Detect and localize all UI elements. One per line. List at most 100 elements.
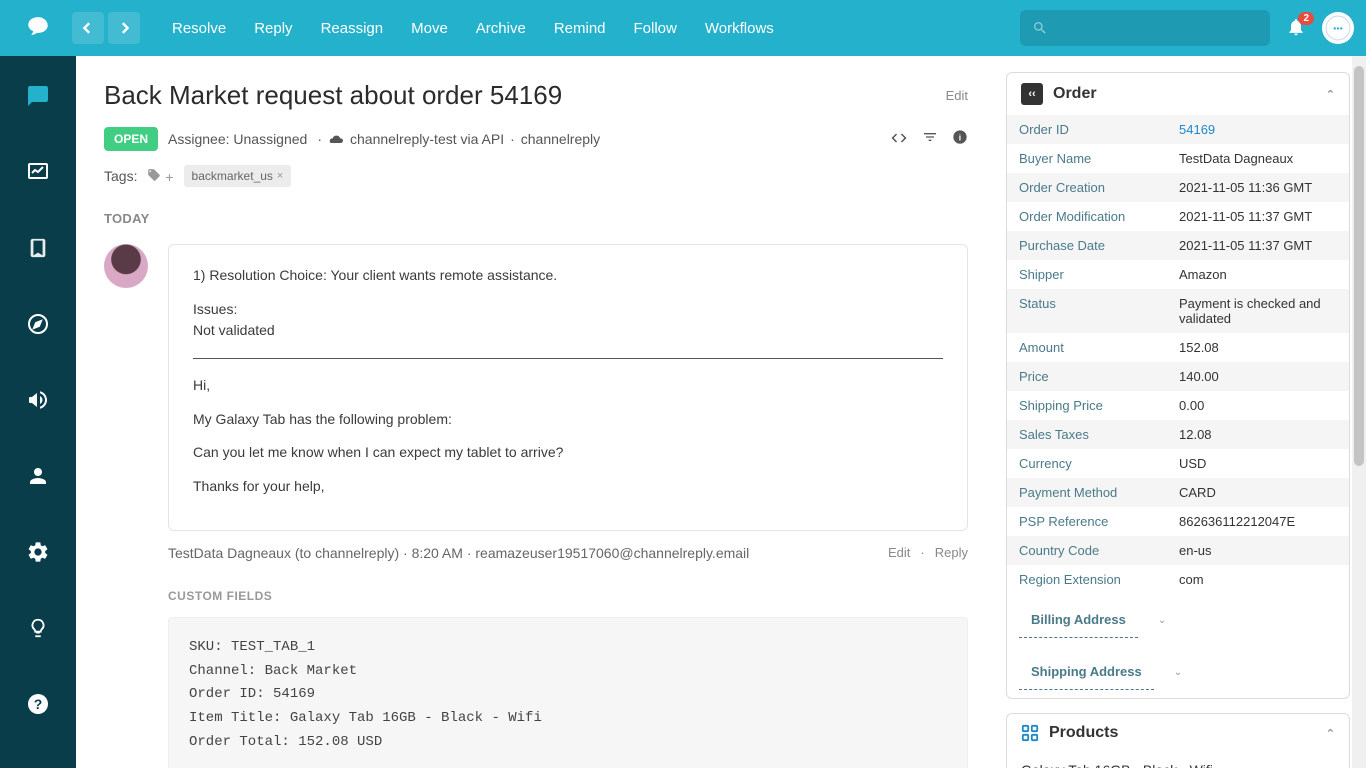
message: 1) Resolution Choice: Your client wants …: [104, 244, 968, 531]
sidebar-announce[interactable]: [18, 380, 58, 420]
order-field-row: Region Extensioncom: [1007, 565, 1349, 594]
source-text: · channelreply-test via API · channelrep…: [317, 131, 600, 147]
sidebar-explore[interactable]: [18, 304, 58, 344]
order-field-key: Payment Method: [1007, 478, 1167, 507]
billing-address-toggle[interactable]: Billing Address: [1019, 602, 1138, 638]
order-field-value: 140.00: [1167, 362, 1349, 391]
sidebar-reports[interactable]: [18, 152, 58, 192]
assignee-text[interactable]: Assignee: Unassigned: [168, 131, 307, 147]
order-field-value: com: [1167, 565, 1349, 594]
notifications-button[interactable]: 2: [1286, 17, 1306, 40]
workflows-button[interactable]: Workflows: [691, 12, 788, 45]
products-panel-header[interactable]: Products ⌃: [1007, 714, 1349, 752]
sidebar-settings[interactable]: [18, 532, 58, 572]
order-panel-header[interactable]: ‹‹ Order ⌃: [1007, 73, 1349, 115]
order-field-value: TestData Dagneaux: [1167, 144, 1349, 173]
products-icon: [1021, 724, 1039, 742]
product-item[interactable]: Galaxy Tab 16GB - Black - Wifi: [1007, 752, 1349, 768]
ticket-content: Back Market request about order 54169 Ed…: [76, 56, 996, 768]
sidebar-conversations[interactable]: [18, 76, 58, 116]
order-field-row: Purchase Date2021-11-05 11:37 GMT: [1007, 231, 1349, 260]
order-field-key: Order Modification: [1007, 202, 1167, 231]
chevron-up-icon: ⌃: [1326, 727, 1335, 740]
user-avatar[interactable]: ●●●: [1322, 12, 1354, 44]
book-icon: [27, 237, 49, 259]
order-field-key: Order Creation: [1007, 173, 1167, 202]
message-meta: TestData Dagneaux (to channelreply) · 8:…: [168, 545, 749, 561]
chevron-down-icon: ⌄: [1174, 667, 1182, 678]
chevron-up-icon: ⌃: [1326, 88, 1335, 101]
gear-icon: [26, 540, 50, 564]
order-field-value: 2021-11-05 11:37 GMT: [1167, 231, 1349, 260]
order-field-row: ShipperAmazon: [1007, 260, 1349, 289]
scrollbar[interactable]: [1352, 56, 1366, 768]
info-icon[interactable]: i: [952, 129, 968, 150]
order-field-value: 0.00: [1167, 391, 1349, 420]
sidebar-kb[interactable]: [18, 228, 58, 268]
order-field-row: Amount152.08: [1007, 333, 1349, 362]
help-icon: ?: [26, 692, 50, 716]
order-field-key: Buyer Name: [1007, 144, 1167, 173]
tag-remove-icon[interactable]: ×: [277, 170, 283, 182]
toolbar: Resolve Reply Reassign Move Archive Remi…: [158, 12, 788, 45]
compass-icon: [26, 312, 50, 336]
svg-text:i: i: [959, 132, 961, 142]
search-input[interactable]: [1020, 10, 1270, 46]
reply-button[interactable]: Reply: [240, 12, 306, 45]
resolve-button[interactable]: Resolve: [158, 12, 240, 45]
order-field-value: 2021-11-05 11:37 GMT: [1167, 202, 1349, 231]
tag-icon[interactable]: +: [147, 168, 173, 185]
megaphone-icon: [26, 388, 50, 412]
shipping-address-toggle[interactable]: Shipping Address: [1019, 654, 1154, 690]
status-badge: OPEN: [104, 127, 158, 151]
order-field-value: USD: [1167, 449, 1349, 478]
prev-button[interactable]: [72, 12, 104, 44]
ticket-title: Back Market request about order 54169: [104, 80, 562, 111]
order-field-key: Price: [1007, 362, 1167, 391]
code-icon[interactable]: [890, 129, 908, 150]
message-edit-button[interactable]: Edit: [888, 545, 910, 560]
notification-badge: 2: [1298, 12, 1314, 25]
order-field-key: Purchase Date: [1007, 231, 1167, 260]
order-field-value: en-us: [1167, 536, 1349, 565]
remind-button[interactable]: Remind: [540, 12, 620, 45]
tag-chip[interactable]: backmarket_us×: [184, 165, 292, 187]
message-reply-button[interactable]: Reply: [935, 545, 968, 560]
cloud-icon: [328, 133, 344, 145]
order-field-key: Order ID: [1007, 115, 1167, 144]
sidebar-ideas[interactable]: [18, 608, 58, 648]
order-field-value[interactable]: 54169: [1167, 115, 1349, 144]
customer-avatar: [104, 244, 148, 288]
sidebar-help[interactable]: ?: [18, 684, 58, 724]
order-field-row: Buyer NameTestData Dagneaux: [1007, 144, 1349, 173]
svg-text:●●●: ●●●: [1333, 26, 1343, 32]
sidebar-contacts[interactable]: [18, 456, 58, 496]
filter-icon[interactable]: [922, 129, 938, 150]
scrollbar-thumb[interactable]: [1354, 66, 1364, 466]
order-field-key: Country Code: [1007, 536, 1167, 565]
order-field-key: Sales Taxes: [1007, 420, 1167, 449]
move-button[interactable]: Move: [397, 12, 462, 45]
reassign-button[interactable]: Reassign: [307, 12, 398, 45]
order-field-value: 152.08: [1167, 333, 1349, 362]
order-field-row: Sales Taxes12.08: [1007, 420, 1349, 449]
custom-fields-heading: CUSTOM FIELDS: [104, 589, 968, 603]
app-logo[interactable]: [22, 12, 54, 44]
order-field-row: Payment MethodCARD: [1007, 478, 1349, 507]
chevron-down-icon: ⌄: [1158, 615, 1166, 626]
order-field-row: CurrencyUSD: [1007, 449, 1349, 478]
order-icon: ‹‹: [1021, 83, 1043, 105]
order-field-row: Order ID54169: [1007, 115, 1349, 144]
order-field-row: Shipping Price0.00: [1007, 391, 1349, 420]
bulb-icon: [27, 617, 49, 639]
order-field-row: Country Codeen-us: [1007, 536, 1349, 565]
order-field-value: 2021-11-05 11:36 GMT: [1167, 173, 1349, 202]
archive-button[interactable]: Archive: [462, 12, 540, 45]
order-field-key: Amount: [1007, 333, 1167, 362]
next-button[interactable]: [108, 12, 140, 44]
tags-label: Tags:: [104, 168, 137, 184]
edit-title-button[interactable]: Edit: [946, 88, 968, 103]
chat-icon: [26, 84, 50, 108]
order-field-key: Currency: [1007, 449, 1167, 478]
follow-button[interactable]: Follow: [620, 12, 691, 45]
